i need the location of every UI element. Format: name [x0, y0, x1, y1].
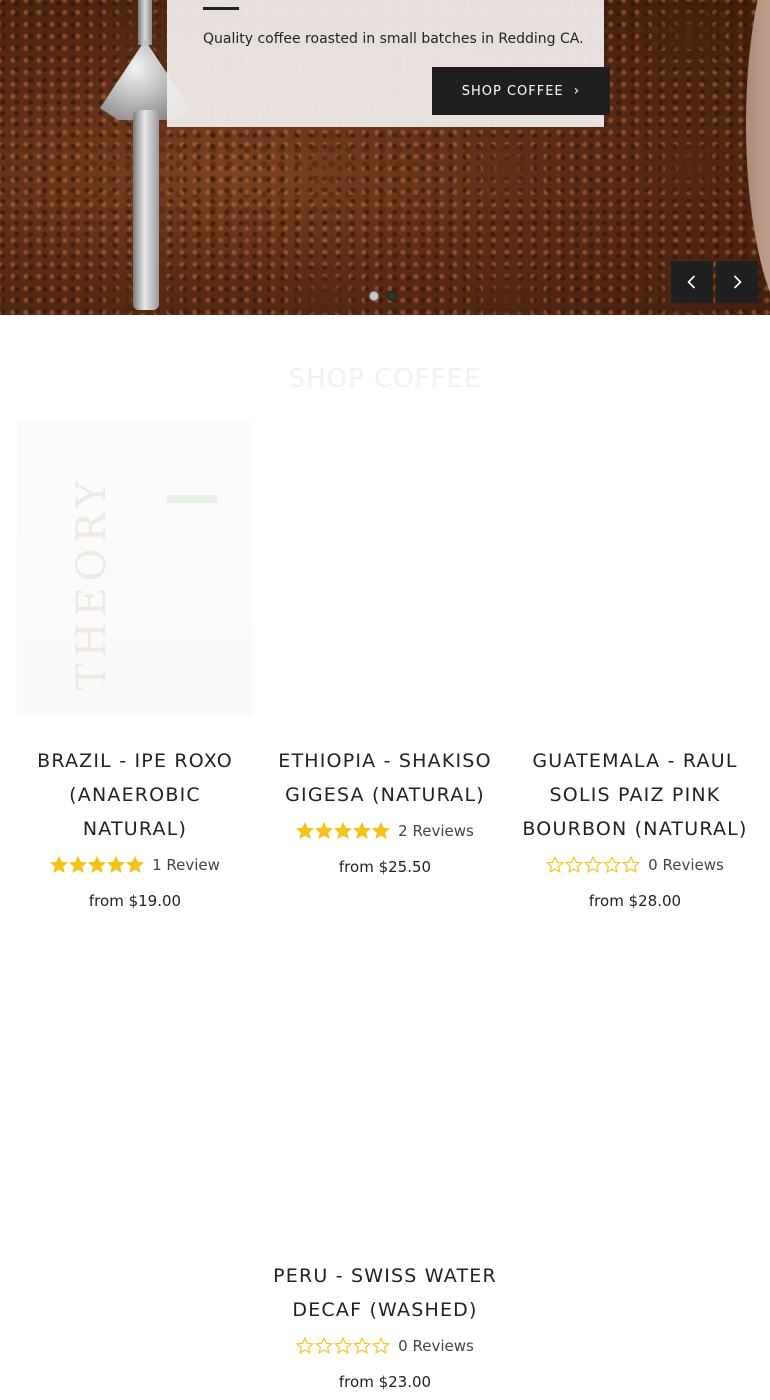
chevron-right-icon: › — [573, 83, 581, 99]
chevron-left-icon — [687, 275, 696, 289]
slide-prev-button[interactable] — [671, 261, 713, 303]
star-rating — [296, 822, 391, 840]
product-card[interactable]: PERU - SWISS WATER DECAF (WASHED) 0 Revi… — [265, 935, 505, 1391]
star-empty-icon — [603, 856, 622, 874]
product-price: from $23.00 — [338, 1373, 432, 1391]
section-title: SHOP COFFEE — [288, 364, 482, 394]
star-filled-icon — [372, 822, 391, 840]
star-empty-icon — [584, 856, 603, 874]
product-rating: 2 Reviews — [265, 816, 505, 846]
product-image[interactable] — [267, 420, 503, 716]
product-card[interactable]: ETHIOPIA - SHAKISO GIGESA (NATURAL) 2 Re… — [265, 420, 505, 876]
star-filled-icon — [334, 822, 353, 840]
star-rating — [546, 856, 641, 874]
slide-dot-1[interactable] — [369, 291, 379, 301]
star-empty-icon — [622, 856, 641, 874]
star-empty-icon — [372, 1337, 391, 1355]
star-rating — [50, 856, 145, 874]
star-filled-icon — [50, 856, 69, 874]
star-filled-icon — [296, 822, 315, 840]
product-card[interactable]: THEORY BRAZIL - IPE ROXO (ANAEROBIC NATU… — [15, 420, 255, 910]
review-count[interactable]: 1 Review — [152, 856, 220, 874]
star-empty-icon — [296, 1337, 315, 1355]
star-filled-icon — [69, 856, 88, 874]
coffee-bag-image — [17, 420, 253, 716]
slide-dot-2[interactable] — [387, 291, 397, 301]
shop-coffee-button[interactable]: SHOP COFFEE › — [432, 67, 610, 115]
review-count[interactable]: 0 Reviews — [648, 856, 724, 874]
bag-brand-text: THEORY — [69, 475, 115, 690]
star-empty-icon — [353, 1337, 372, 1355]
product-price: from $19.00 — [88, 892, 182, 910]
product-image[interactable]: THEORY — [17, 420, 253, 716]
product-rating: 0 Reviews — [515, 850, 755, 880]
product-rating: 0 Reviews — [265, 1331, 505, 1361]
product-name[interactable]: PERU - SWISS WATER DECAF (WASHED) — [265, 1259, 505, 1327]
review-count[interactable]: 2 Reviews — [398, 822, 474, 840]
star-empty-icon — [334, 1337, 353, 1355]
shop-coffee-label: SHOP COFFEE — [461, 83, 564, 99]
product-rating: 1 Review — [15, 850, 255, 880]
star-rating — [296, 1337, 391, 1355]
review-count[interactable]: 0 Reviews — [398, 1337, 474, 1355]
bag-label — [167, 495, 217, 503]
star-filled-icon — [315, 822, 334, 840]
star-empty-icon — [546, 856, 565, 874]
slide-dots — [369, 291, 397, 301]
product-name[interactable]: BRAZIL - IPE ROXO (ANAEROBIC NATURAL) — [15, 744, 255, 846]
chevron-right-icon — [733, 275, 742, 289]
roaster-stirrer-rod — [133, 110, 159, 310]
product-price: from $28.00 — [588, 892, 682, 910]
product-price: from $25.50 — [338, 858, 432, 876]
star-filled-icon — [353, 822, 372, 840]
slide-next-button[interactable] — [716, 261, 758, 303]
product-image[interactable] — [517, 420, 753, 716]
star-filled-icon — [126, 856, 145, 874]
product-name[interactable]: GUATEMALA - RAUL SOLIS PAIZ PINK BOURBON… — [515, 744, 755, 846]
hero-slideshow: Quality coffee roasted in small batches … — [0, 0, 770, 315]
hero-tagline: Quality coffee roasted in small batches … — [203, 31, 584, 47]
product-image[interactable] — [267, 935, 503, 1231]
star-empty-icon — [315, 1337, 334, 1355]
roaster-stirrer-top — [138, 0, 152, 45]
product-card[interactable]: GUATEMALA - RAUL SOLIS PAIZ PINK BOURBON… — [515, 420, 755, 910]
product-name[interactable]: ETHIOPIA - SHAKISO GIGESA (NATURAL) — [265, 744, 505, 812]
star-empty-icon — [565, 856, 584, 874]
hero-rule — [203, 7, 239, 10]
star-filled-icon — [107, 856, 126, 874]
star-filled-icon — [88, 856, 107, 874]
